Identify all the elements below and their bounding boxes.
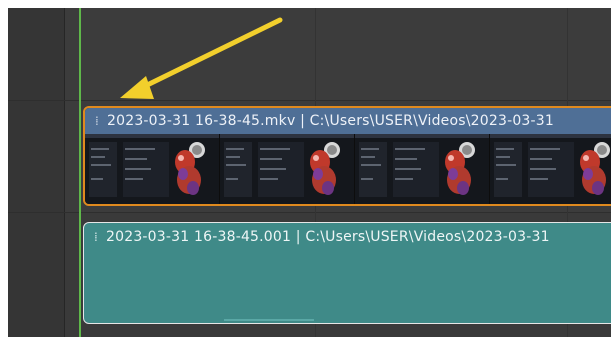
arrow-icon xyxy=(120,17,283,99)
